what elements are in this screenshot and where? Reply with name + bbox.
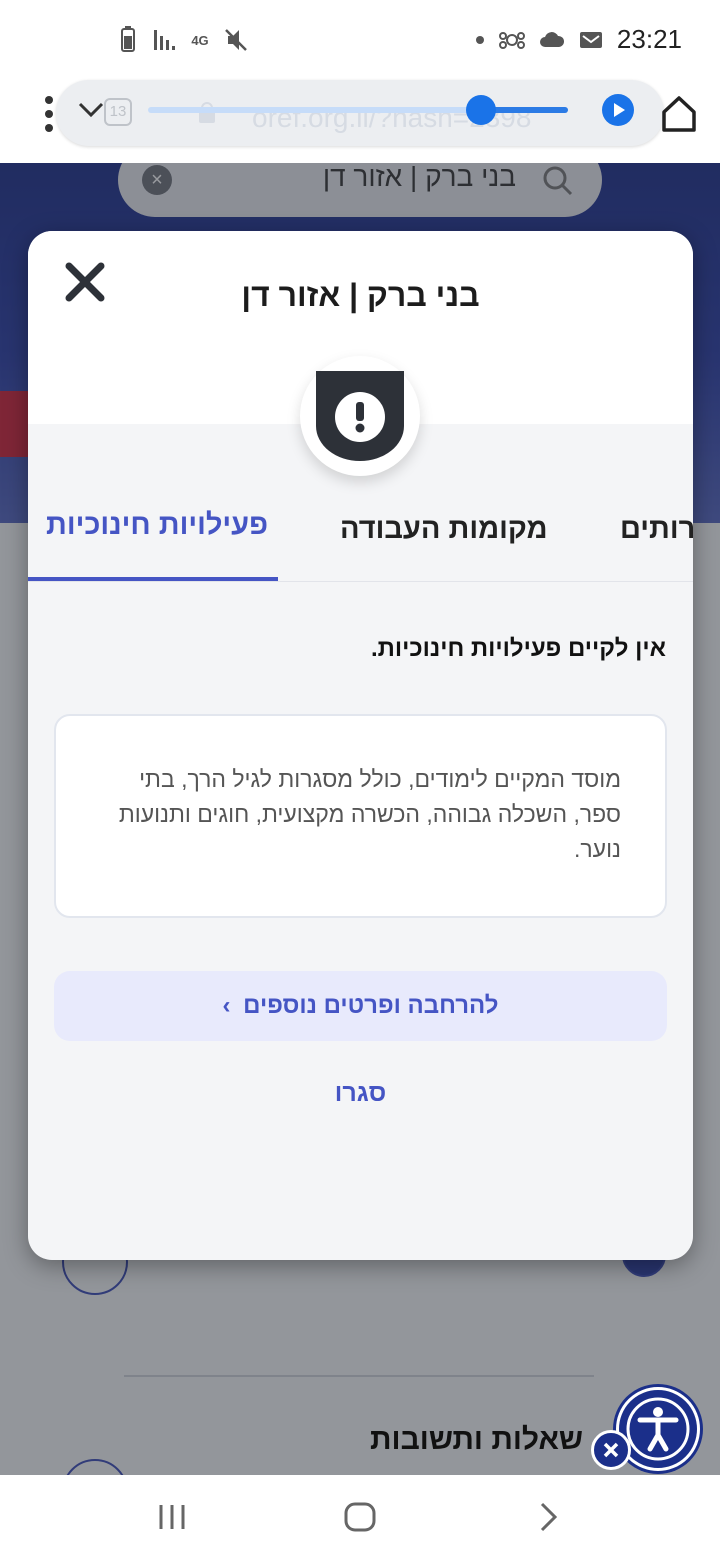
- tab-services[interactable]: רותים: [620, 513, 693, 546]
- cloud-icon: [539, 31, 564, 47]
- status-message: אין לקיים פעילויות חינוכיות.: [370, 635, 666, 662]
- sync-icon: [498, 31, 525, 49]
- status-left-icons: 4G: [116, 26, 248, 54]
- play-icon[interactable]: [602, 94, 634, 126]
- modal-tabs: פעילויות חינוכיות מקומות העבודה רותים: [28, 493, 693, 583]
- shield-alert-icon: [316, 371, 404, 461]
- chevron-left-icon: ›: [222, 992, 231, 1019]
- home-nav-icon[interactable]: [340, 1497, 380, 1537]
- location-modal: בני ברק | אזור דן פעילויות חינוכיות מקומ…: [28, 231, 693, 1260]
- tab-educational-activities[interactable]: פעילויות חינוכיות: [28, 493, 278, 583]
- tab-workplaces[interactable]: מקומות העבודה: [340, 513, 548, 546]
- tab-count[interactable]: 13: [104, 98, 132, 126]
- battery-icon: [121, 26, 135, 52]
- tab-label: פעילויות חינוכיות: [46, 509, 268, 541]
- status-time: 23:21: [616, 24, 682, 54]
- more-details-button[interactable]: להרחבה ופרטים נוספים ›: [54, 971, 667, 1041]
- dot-icon: [475, 35, 484, 44]
- url-bar[interactable]: oref.org.il/?hash=2398: [56, 80, 664, 146]
- tabs-divider: [28, 581, 693, 582]
- signal-icon: [154, 30, 175, 50]
- status-right-icons: 23:21: [475, 24, 682, 55]
- browser-toolbar: oref.org.il/?hash=2398 13: [0, 74, 720, 164]
- close-small-icon: [603, 1442, 619, 1458]
- background-section-title: שאלות ותשובות: [370, 1423, 584, 1456]
- status-bar: 4G 23:21: [0, 0, 720, 82]
- system-nav-bar: [0, 1475, 720, 1560]
- close-button[interactable]: סגרו: [28, 1079, 693, 1108]
- more-details-label: להרחבה ופרטים נוספים: [243, 992, 499, 1019]
- lock-icon: [199, 102, 215, 123]
- recents-icon[interactable]: [152, 1497, 192, 1537]
- description-text: מוסד המקיים לימודים, כולל מסגרות לגיל הר…: [118, 766, 621, 862]
- modal-title: בני ברק | אזור דן: [241, 277, 480, 313]
- tts-progress-knob[interactable]: [466, 95, 496, 125]
- network-4g-icon: 4G: [191, 32, 209, 48]
- chevron-down-icon[interactable]: [76, 100, 106, 120]
- mail-icon: [579, 31, 602, 48]
- description-card: מוסד המקיים לימודים, כולל מסגרות לגיל הר…: [54, 714, 667, 918]
- mute-icon: [225, 29, 247, 51]
- home-icon[interactable]: [660, 94, 698, 134]
- accessibility-close-icon[interactable]: [591, 1430, 631, 1470]
- back-icon[interactable]: [528, 1497, 568, 1537]
